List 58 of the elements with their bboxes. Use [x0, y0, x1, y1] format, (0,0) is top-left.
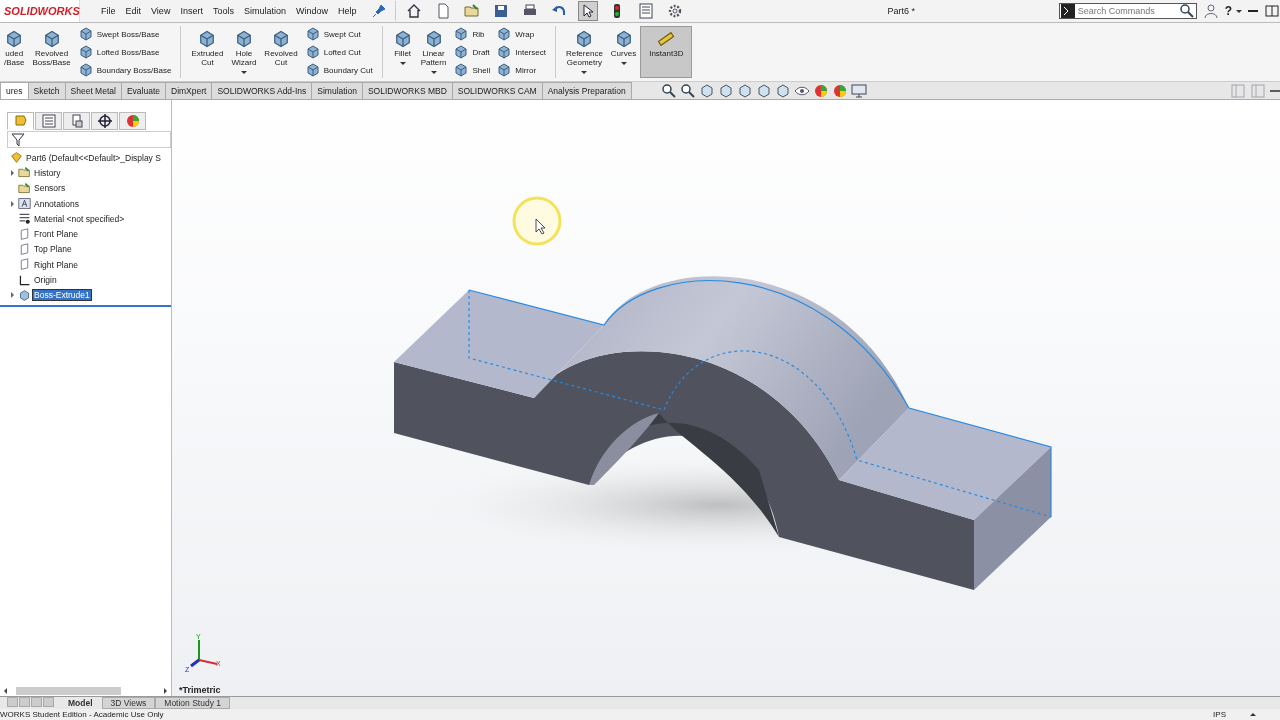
units-indicator[interactable]: IPS [1213, 710, 1226, 719]
tab[interactable]: Sketch [27, 82, 66, 99]
ribbon-button[interactable]: Swept Cut [304, 26, 373, 42]
tree-item[interactable]: Annotations [33, 198, 80, 209]
ribbon-button[interactable]: Swept Boss/Base [77, 26, 172, 42]
help-button[interactable]: ? [1224, 4, 1232, 18]
ribbon-button[interactable]: Extruded Cut [187, 26, 228, 78]
tree-item[interactable]: Right Plane [33, 259, 79, 270]
ribbon-button[interactable]: Boundary Cut [304, 62, 373, 78]
ribbon-button[interactable]: Revolved Boss/Base [28, 26, 75, 78]
tab[interactable]: 3D Views [101, 697, 156, 709]
tab[interactable]: ures [0, 82, 29, 99]
tab[interactable]: Analysis Preparation [541, 82, 632, 99]
status-text: WORKS Student Edition - Academic Use Only [0, 710, 164, 719]
ribbon-button[interactable]: Fillet [388, 26, 417, 78]
ribbon-button[interactable]: Reference Geometry [561, 26, 607, 78]
ribbon-button[interactable]: Linear Pattern [416, 26, 451, 78]
menu-item[interactable]: Tools [207, 6, 239, 16]
menu-item[interactable]: Window [290, 6, 333, 16]
tab[interactable]: SOLIDWORKS MBD [361, 82, 453, 99]
ribbon-button[interactable]: Wrap [496, 26, 546, 42]
menu-item[interactable]: File [96, 6, 121, 16]
ribbon-button[interactable]: Revolved Cut [260, 26, 302, 78]
tab[interactable]: Sheet Metal [64, 82, 122, 99]
ribbon-button[interactable]: Shell [453, 62, 491, 78]
tab[interactable]: Simulation [311, 82, 363, 99]
ribbon-button[interactable]: uded /Base [0, 26, 29, 78]
ribbon-button[interactable]: Lofted Boss/Base [77, 44, 172, 60]
view-orientation-label: *Trimetric [179, 685, 221, 695]
menu-item[interactable]: Simulation [238, 6, 291, 16]
ribbon-button[interactable]: Instant3D [640, 26, 693, 78]
ribbon-button[interactable]: Rib [453, 26, 491, 42]
ribbon-button[interactable]: Intersect [496, 44, 546, 60]
tree-item[interactable]: Part6 (Default<<Default>_Display S [25, 152, 162, 163]
menu-item[interactable]: View [146, 6, 176, 16]
tree-item[interactable]: History [33, 167, 62, 178]
tab[interactable]: Evaluate [120, 82, 166, 99]
ribbon-button[interactable]: Lofted Cut [304, 44, 373, 60]
tree-item[interactable]: Top Plane [33, 244, 73, 255]
ribbon-button[interactable]: Draft [453, 44, 491, 60]
menu-item[interactable]: Edit [120, 6, 147, 16]
tree-item[interactable]: Front Plane [33, 229, 79, 240]
tab[interactable]: DimXpert [165, 82, 213, 99]
tree-item[interactable]: Boss-Extrude1 [33, 290, 91, 301]
tab[interactable]: SOLIDWORKS Add-Ins [211, 82, 313, 99]
tab[interactable]: SOLIDWORKS CAM [451, 82, 543, 99]
tree-item[interactable]: Sensors [33, 183, 67, 194]
ribbon-button[interactable]: Mirror [496, 62, 546, 78]
ribbon-button[interactable]: Curves [606, 26, 641, 78]
app-logo: SOLIDWORKS [0, 0, 80, 22]
ribbon-button[interactable]: Hole Wizard [227, 26, 261, 78]
menu-item[interactable]: Insert [175, 6, 208, 16]
ribbon-button[interactable]: Boundary Boss/Base [77, 62, 172, 78]
tree-item[interactable]: Origin [33, 275, 58, 285]
document-title: Part6 * [887, 6, 916, 16]
menu-item[interactable]: Help [332, 6, 362, 16]
tree-item[interactable]: Material <not specified> [33, 213, 126, 224]
tab[interactable]: Motion Study 1 [155, 697, 230, 709]
